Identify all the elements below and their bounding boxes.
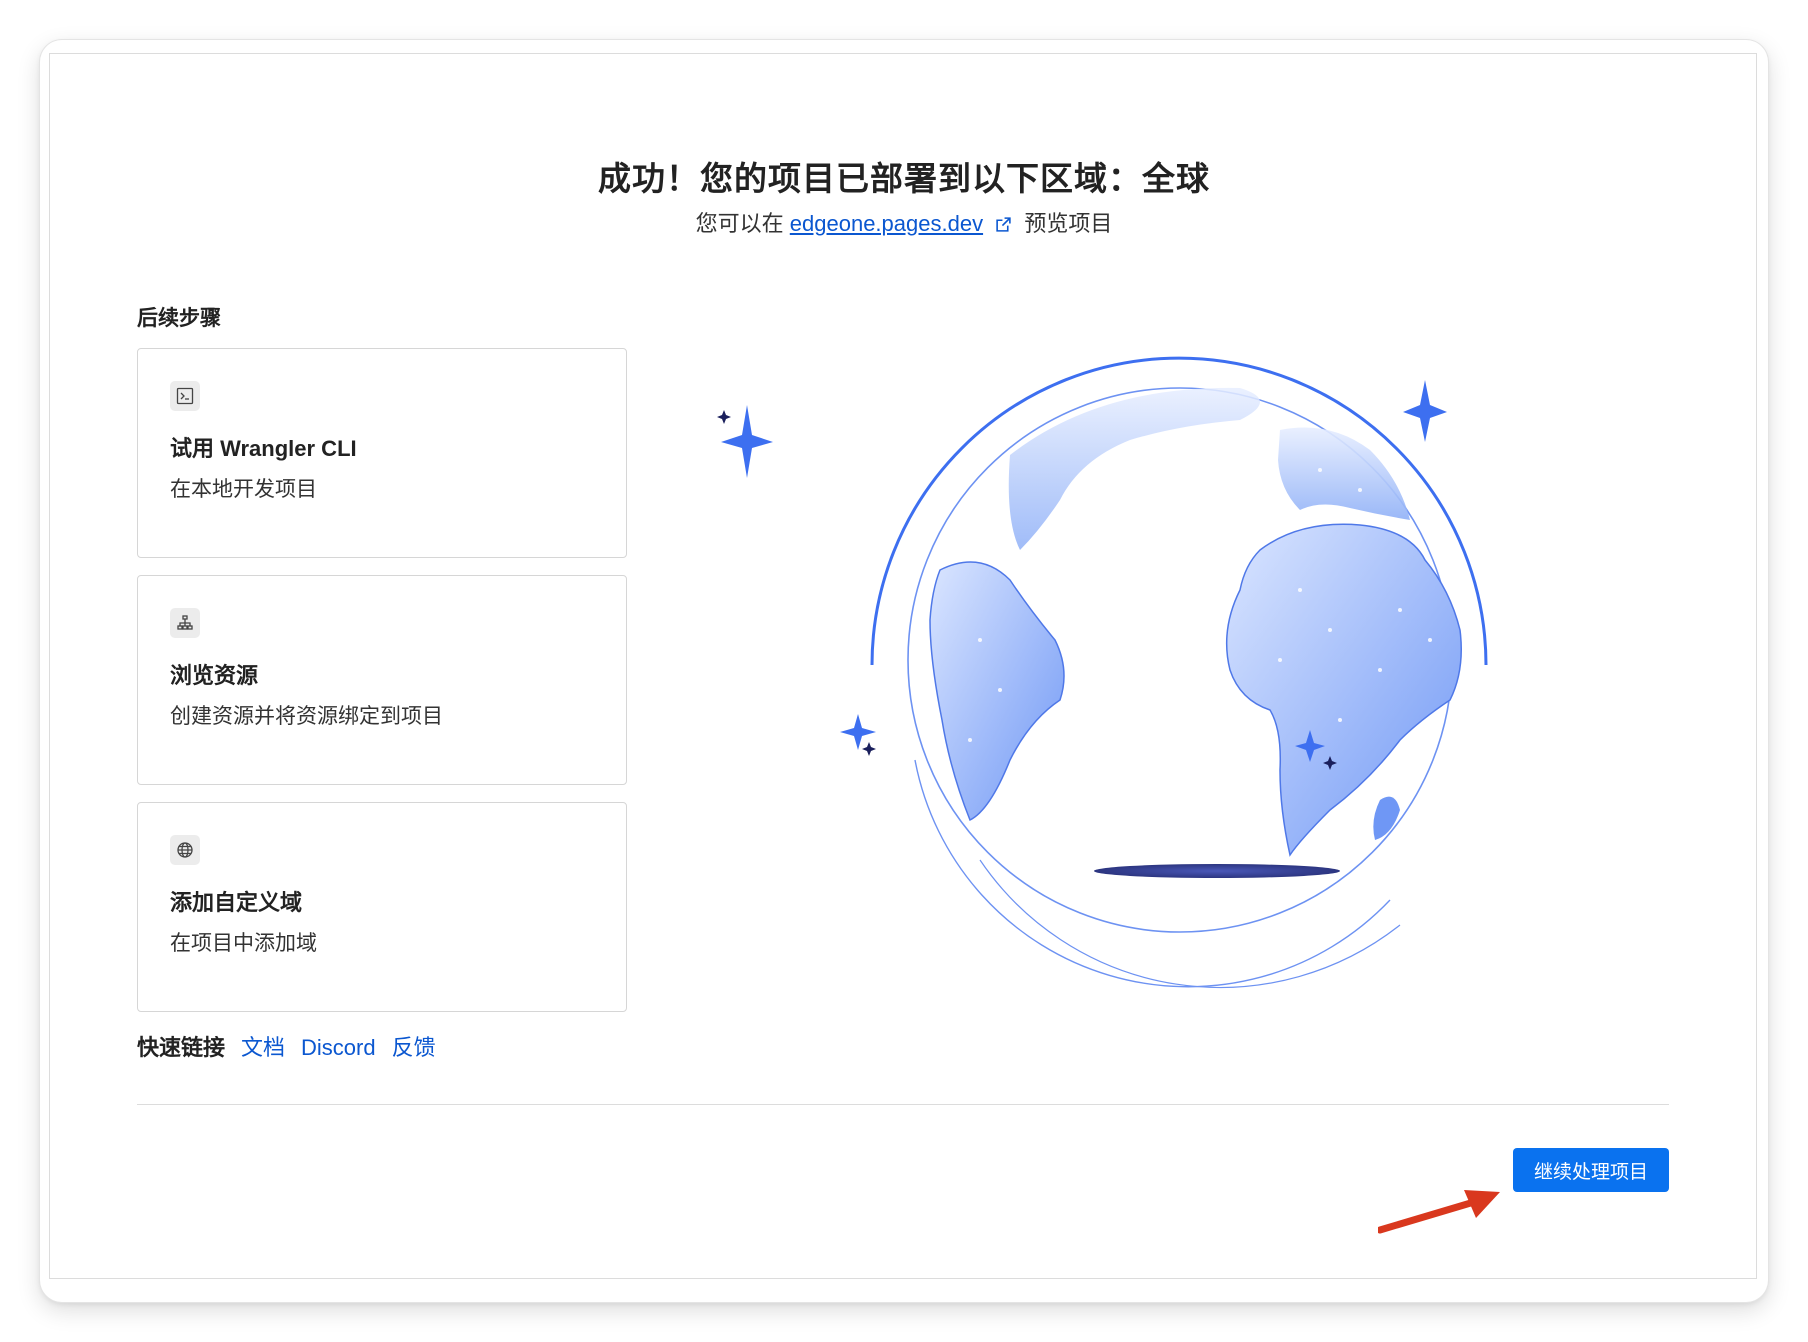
sparkle-icon [840, 714, 876, 750]
south-america [929, 561, 1065, 822]
globe-shadow [1094, 864, 1340, 878]
globe-icon [170, 835, 200, 865]
quick-links-label: 快速链接 [137, 1035, 226, 1060]
sparkle-icon [721, 405, 773, 478]
preview-link[interactable]: edgeone.pages.dev [790, 211, 983, 236]
card-description: 在项目中添加域 [170, 932, 317, 955]
globe-ring-lower-2 [979, 859, 1401, 989]
continue-button[interactable]: 继续处理项目 [1513, 1148, 1669, 1192]
external-link-icon[interactable] [995, 213, 1012, 239]
card-title: 试用 Wrangler CLI [170, 436, 357, 461]
terminal-icon [170, 381, 200, 411]
feedback-link[interactable]: 反馈 [392, 1030, 436, 1062]
card-custom-domain[interactable]: 添加自定义域 在项目中添加域 [137, 802, 627, 1012]
docs-link[interactable]: 文档 [241, 1030, 285, 1062]
madagascar [1373, 796, 1400, 840]
footer-divider [137, 1104, 1669, 1105]
card-title: 浏览资源 [170, 663, 259, 688]
sparkle-icon [1403, 380, 1447, 442]
quick-links: 快速链接 文档 Discord 反馈 [137, 1030, 436, 1062]
page-subtitle: 您可以在 edgeone.pages.dev 预览项目 [0, 206, 1808, 239]
annotation-arrow-icon [1378, 1190, 1500, 1234]
card-title: 添加自定义域 [170, 890, 303, 915]
subtitle-suffix: 预览项目 [1024, 211, 1113, 236]
subtitle-prefix: 您可以在 [695, 211, 784, 236]
sitemap-icon [170, 608, 200, 638]
north-landmass [1008, 387, 1260, 550]
sparkle-icon [862, 742, 876, 756]
card-wrangler-cli[interactable]: 试用 Wrangler CLI 在本地开发项目 [137, 348, 627, 558]
africa [1225, 523, 1462, 857]
globe-illustration [717, 356, 1488, 989]
card-browse-resources[interactable]: 浏览资源 创建资源并将资源绑定到项目 [137, 575, 627, 785]
card-description: 在本地开发项目 [170, 478, 317, 501]
discord-link[interactable]: Discord [301, 1035, 376, 1061]
card-description: 创建资源并将资源绑定到项目 [170, 705, 443, 728]
sparkle-icon [717, 410, 731, 424]
next-steps-label: 后续步骤 [137, 307, 221, 330]
page-title: 成功！您的项目已部署到以下区域：全球 [598, 160, 1210, 197]
